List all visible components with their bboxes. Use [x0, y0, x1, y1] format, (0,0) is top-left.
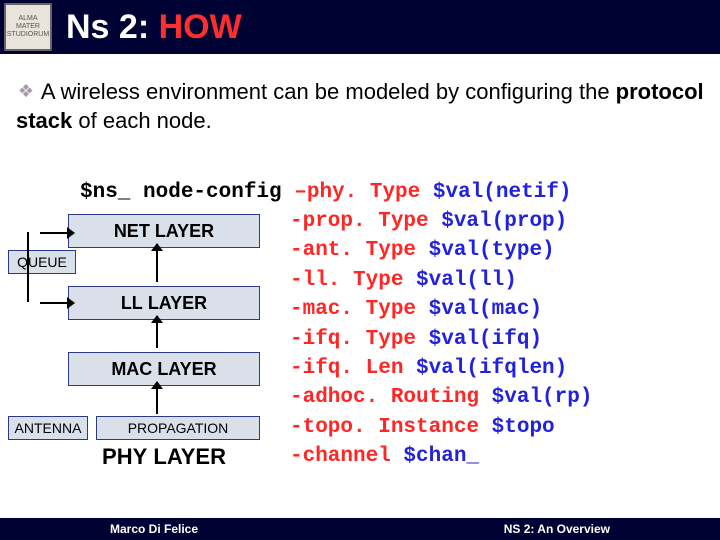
- mac-layer-box: MAC LAYER: [68, 352, 260, 386]
- net-layer-box: NET LAYER: [68, 214, 260, 248]
- code-arg: $val(type): [416, 239, 555, 262]
- propagation-box: PROPAGATION: [96, 416, 260, 440]
- code-flag-phy: –phy. Type: [282, 181, 421, 204]
- code-flag: -ll. Type: [290, 269, 403, 292]
- code-flag: -adhoc. Routing: [290, 386, 479, 409]
- bullet-pre: A wireless environment can be modeled by…: [36, 79, 616, 104]
- arrow-icon: [156, 250, 158, 282]
- phy-layer-box: PHY LAYER: [68, 440, 260, 474]
- code-arg-netif: $val(netif): [420, 181, 571, 204]
- code-flag: -ifq. Type: [290, 328, 416, 351]
- title-bar: ALMA MATER STUDIORUM Ns 2: HOW: [0, 0, 720, 54]
- code-cmd: $ns_ node-config: [80, 181, 282, 204]
- code-flag: -ant. Type: [290, 239, 416, 262]
- university-seal-icon: ALMA MATER STUDIORUM: [4, 3, 52, 51]
- title-highlight: HOW: [159, 8, 242, 46]
- code-flag: -mac. Type: [290, 298, 416, 321]
- footer-author: Marco Di Felice: [110, 522, 198, 536]
- code-arg: $val(mac): [416, 298, 542, 321]
- code-arg: $val(ifq): [416, 328, 542, 351]
- code-arg: $val(ifqlen): [403, 357, 567, 380]
- arrow-icon: [40, 232, 68, 234]
- slide-title: Ns 2: HOW: [66, 8, 242, 47]
- connector-line: [27, 232, 29, 302]
- arrow-icon: [40, 302, 68, 304]
- code-flag: -ifq. Len: [290, 357, 403, 380]
- queue-box: QUEUE: [8, 250, 76, 274]
- bullet-paragraph: ❖ A wireless environment can be modeled …: [16, 78, 704, 135]
- code-arg: $val(prop): [429, 210, 568, 233]
- diamond-bullet-icon: ❖: [16, 80, 36, 103]
- code-flag: -topo. Instance: [290, 416, 479, 439]
- code-rest: -prop. Type $val(prop) -ant. Type $val(t…: [290, 207, 592, 472]
- diagram-area: $ns_ node-config –phy. Type $val(netif) …: [0, 178, 720, 498]
- bullet-post: of each node.: [72, 108, 211, 133]
- arrow-icon: [156, 322, 158, 348]
- code-arg: $chan_: [391, 445, 479, 468]
- footer-title: NS 2: An Overview: [504, 522, 610, 536]
- antenna-box: ANTENNA: [8, 416, 88, 440]
- code-arg: $val(ll): [403, 269, 516, 292]
- code-flag: -prop. Type: [290, 210, 429, 233]
- footer-bar: Marco Di Felice NS 2: An Overview: [0, 518, 720, 540]
- protocol-stack-diagram: NET LAYER QUEUE LL LAYER MAC LAYER ANTEN…: [8, 206, 278, 496]
- title-prefix: Ns 2:: [66, 8, 159, 46]
- code-flag: -channel: [290, 445, 391, 468]
- code-line-1: $ns_ node-config –phy. Type $val(netif): [80, 178, 572, 207]
- content-area: ❖ A wireless environment can be modeled …: [0, 54, 720, 135]
- ll-layer-box: LL LAYER: [68, 286, 260, 320]
- arrow-icon: [156, 388, 158, 414]
- code-arg: $val(rp): [479, 386, 592, 409]
- code-arg: $topo: [479, 416, 555, 439]
